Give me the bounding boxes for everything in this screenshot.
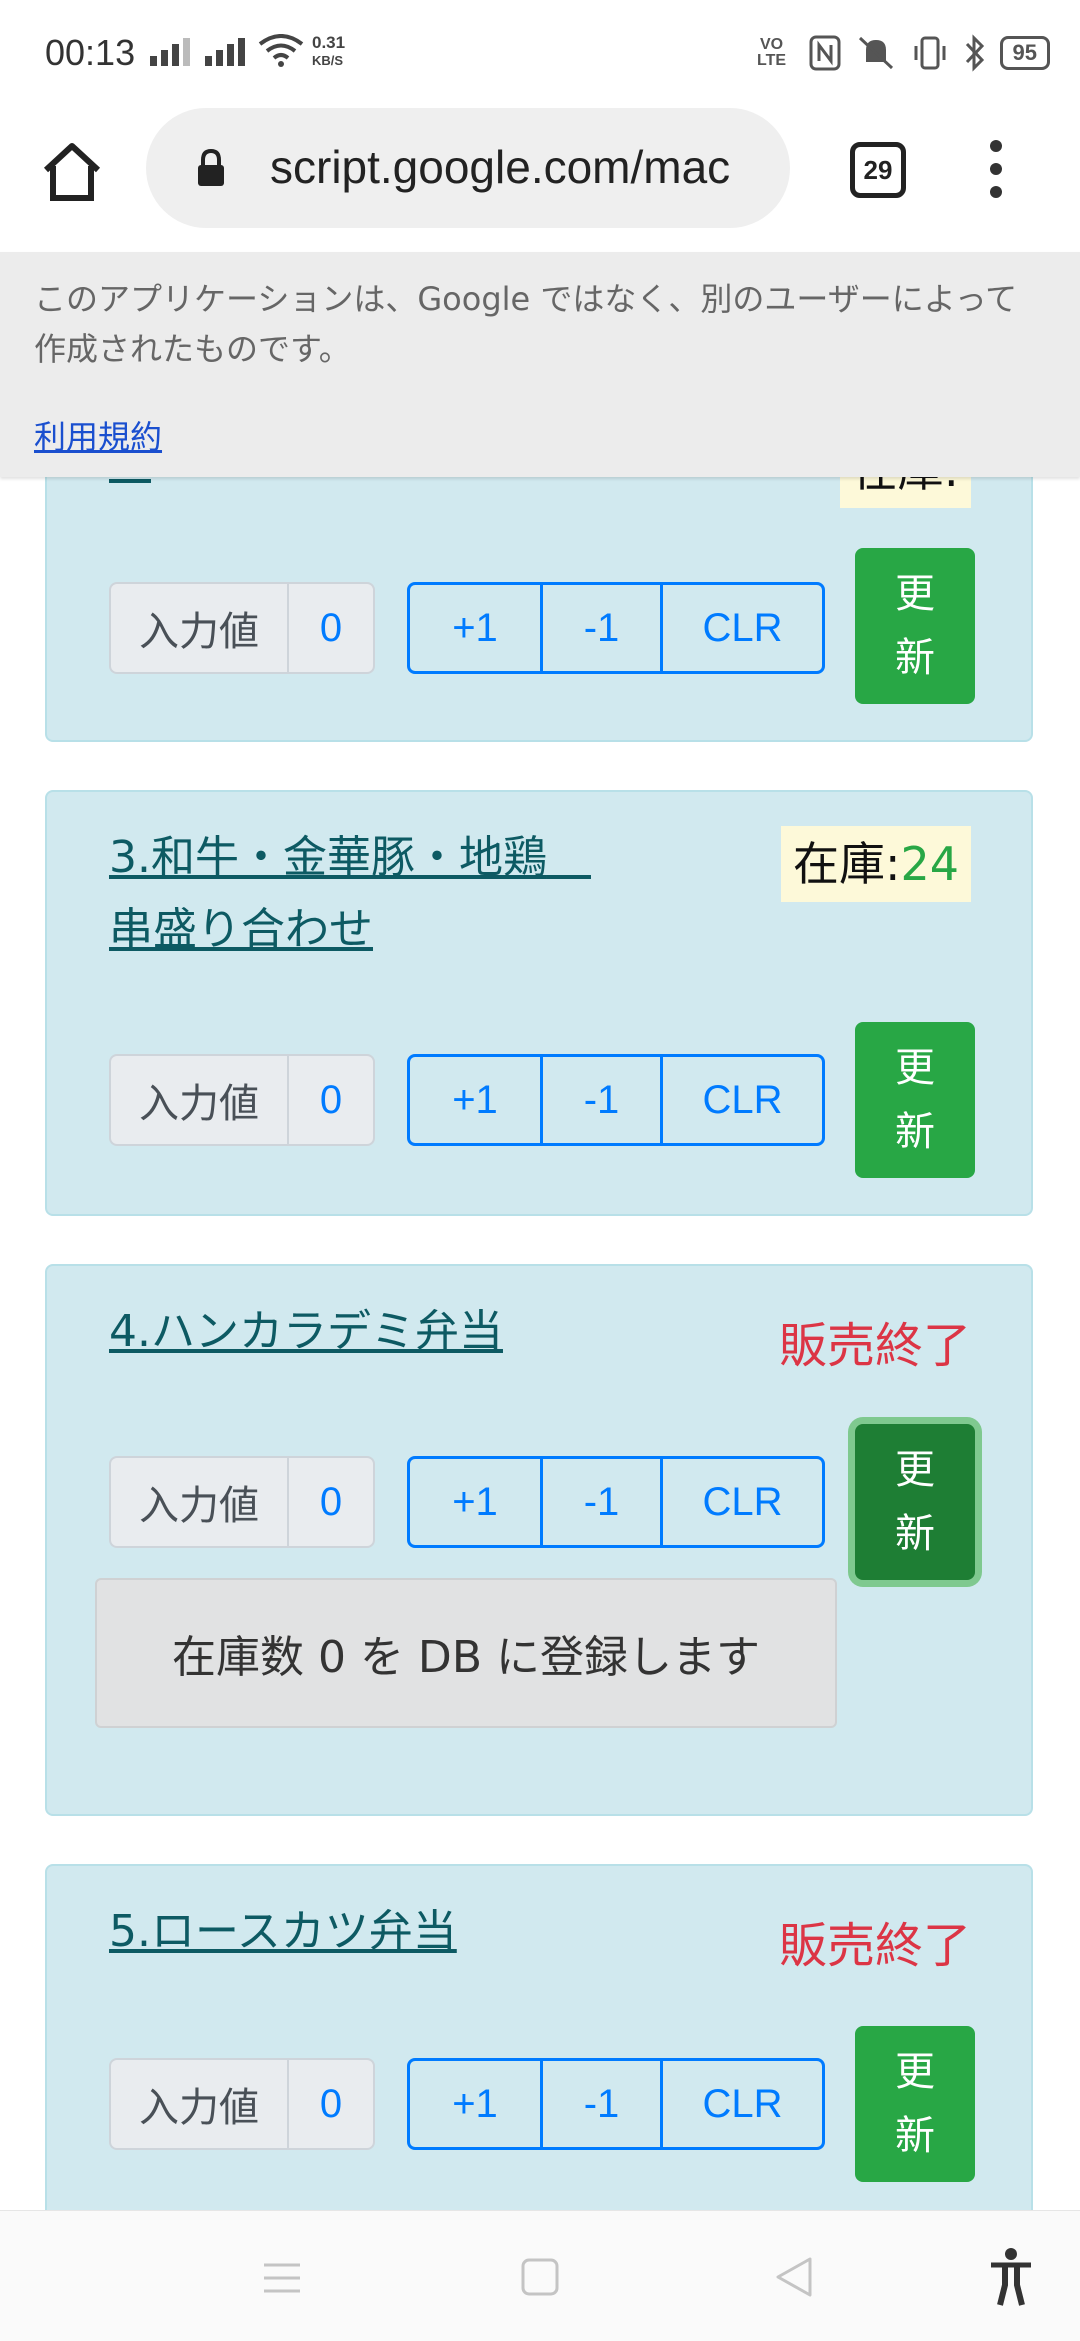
mute-icon	[858, 36, 893, 70]
adjust-button-group: +1 -1 CLR	[407, 582, 825, 674]
third-party-app-banner: このアプリケーションは、Google ではなく、別のユーザーによって作成されたも…	[0, 252, 1080, 477]
wifi-icon	[258, 34, 304, 67]
clear-button[interactable]: CLR	[663, 2058, 825, 2150]
net-speed-unit: KB/S	[312, 53, 344, 68]
product-title-link[interactable]: 5.ロースカツ弁当	[109, 1896, 457, 1968]
signal-icon	[150, 38, 194, 66]
back-icon[interactable]	[774, 2255, 814, 2299]
plus-one-button[interactable]: +1	[407, 2058, 543, 2150]
status-bar: 00:13 0.31 KB/S VO LTE 95	[0, 0, 1080, 100]
minus-one-button[interactable]: -1	[543, 582, 663, 674]
product-title-link[interactable]: 3.和牛・金華豚・地鶏 串盛り合わせ	[109, 822, 591, 966]
minus-one-button[interactable]: -1	[543, 1456, 663, 1548]
menu-icon[interactable]	[262, 2261, 302, 2295]
input-value-label: 入力値	[109, 582, 287, 674]
input-value: 0	[287, 1456, 375, 1548]
status-icons: VO LTE 95	[750, 28, 1050, 78]
update-button[interactable]: 更 新	[855, 548, 975, 704]
plus-one-button[interactable]: +1	[407, 582, 543, 674]
input-value: 0	[287, 2058, 375, 2150]
stock-label: 在庫:	[792, 837, 901, 891]
nfc-icon	[809, 35, 841, 71]
update-label-bottom: 新	[895, 635, 935, 681]
vibrate-icon	[914, 36, 946, 70]
input-group: 入力値 0	[109, 2058, 375, 2150]
product-card-2: 2. 在庫: 入力値 0 +1 -1 CLR 更 新	[45, 432, 1033, 742]
net-speed: 0.31 KB/S	[312, 34, 345, 70]
clear-button[interactable]: CLR	[663, 1456, 825, 1548]
stock-value: 24	[900, 837, 959, 891]
minus-one-button[interactable]: -1	[543, 1054, 663, 1146]
update-label-top: 更	[895, 1045, 935, 1091]
update-button[interactable]: 更 新	[855, 2026, 975, 2182]
home-square-icon[interactable]	[520, 2257, 560, 2297]
input-value-label: 入力値	[109, 2058, 287, 2150]
product-card-4: 4.ハンカラデミ弁当 販売終了 入力値 0 +1 -1 CLR 更 新 在庫数 …	[45, 1264, 1033, 1816]
update-tooltip: 在庫数 0 を DB に登録します	[95, 1578, 837, 1728]
home-icon[interactable]	[40, 140, 104, 204]
update-label-top: 更	[895, 1447, 935, 1493]
sold-out-label: 販売終了	[778, 1918, 971, 1974]
update-label-top: 更	[895, 571, 935, 617]
banner-message: このアプリケーションは、Google ではなく、別のユーザーによって作成されたも…	[34, 280, 1018, 368]
update-button[interactable]: 更 新	[855, 1424, 975, 1580]
plus-one-button[interactable]: +1	[407, 1054, 543, 1146]
sold-out-label: 販売終了	[778, 1318, 971, 1374]
signal-icon-2	[205, 38, 249, 66]
more-options-icon[interactable]	[990, 140, 1004, 209]
clear-button[interactable]: CLR	[663, 582, 825, 674]
browser-toolbar: script.google.com/mac 29	[0, 100, 1080, 252]
bluetooth-icon	[965, 34, 984, 72]
input-group: 入力値 0	[109, 582, 375, 674]
adjust-button-group: +1 -1 CLR	[407, 1054, 825, 1146]
status-time: 00:13	[45, 32, 136, 73]
battery-icon: 95	[999, 36, 1050, 70]
product-card-5: 5.ロースカツ弁当 販売終了 入力値 0 +1 -1 CLR 更 新	[45, 1864, 1033, 2224]
volte-icon: VO LTE	[757, 36, 787, 69]
address-bar[interactable]: script.google.com/mac	[146, 108, 790, 228]
input-value-label: 入力値	[109, 1456, 287, 1548]
adjust-button-group: +1 -1 CLR	[407, 1456, 825, 1548]
product-card-3: 3.和牛・金華豚・地鶏 串盛り合わせ 在庫:24 入力値 0 +1 -1 CLR…	[45, 790, 1033, 1216]
update-label-bottom: 新	[895, 2113, 935, 2159]
net-speed-value: 0.31	[312, 33, 346, 52]
update-label-bottom: 新	[895, 1109, 935, 1155]
minus-one-button[interactable]: -1	[543, 2058, 663, 2150]
input-value: 0	[287, 1054, 375, 1146]
tab-switcher-button[interactable]: 29	[850, 142, 906, 198]
system-navigation-bar	[0, 2210, 1080, 2341]
input-group: 入力値 0	[109, 1456, 375, 1548]
terms-of-service-link[interactable]: 利用規約	[34, 412, 162, 458]
clear-button[interactable]: CLR	[663, 1054, 825, 1146]
url-text: script.google.com/mac	[270, 141, 731, 193]
lock-icon	[198, 148, 224, 186]
update-button[interactable]: 更 新	[855, 1022, 975, 1178]
update-label-top: 更	[895, 2049, 935, 2095]
plus-one-button[interactable]: +1	[407, 1456, 543, 1548]
product-title-link[interactable]: 4.ハンカラデミ弁当	[109, 1296, 503, 1368]
update-label-bottom: 新	[895, 1511, 935, 1557]
input-value: 0	[287, 582, 375, 674]
stock-badge: 在庫:24	[780, 826, 971, 902]
adjust-button-group: +1 -1 CLR	[407, 2058, 825, 2150]
accessibility-icon[interactable]	[988, 2247, 1034, 2307]
input-group: 入力値 0	[109, 1054, 375, 1146]
input-value-label: 入力値	[109, 1054, 287, 1146]
